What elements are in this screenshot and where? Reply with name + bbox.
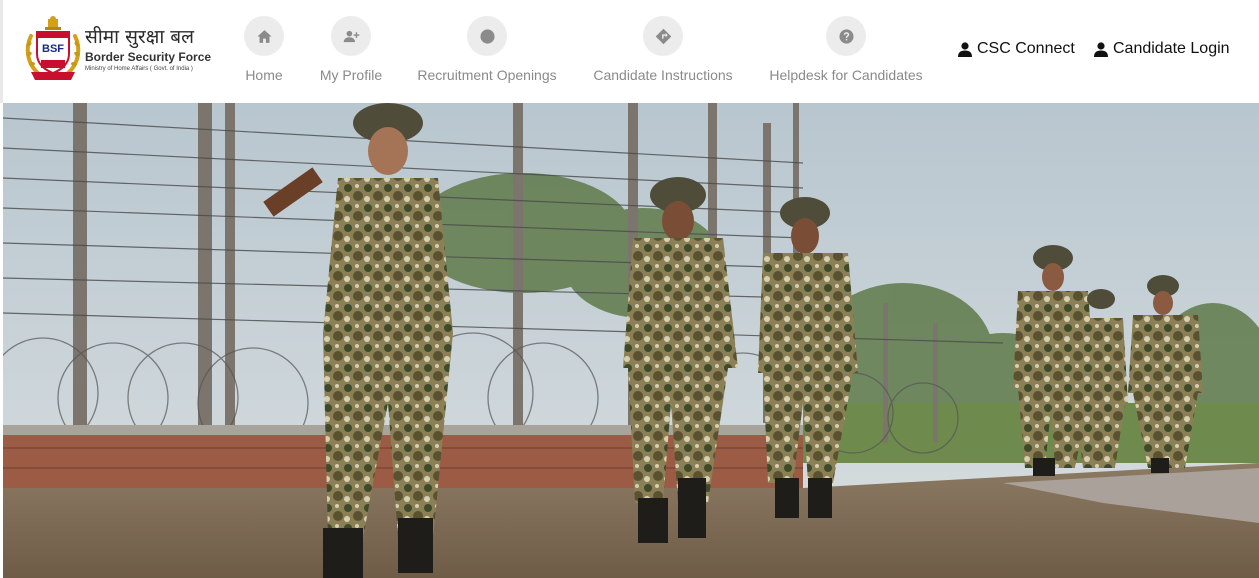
home-icon [244,16,284,56]
brand-hindi-name: सीमा सुरक्षा बल [85,26,195,48]
page: BSF सीमा सुरक्षा बल Border Security Forc… [0,0,1259,578]
csc-connect-link[interactable]: CSC Connect [958,40,1075,58]
hero-image [3,103,1259,578]
hero-banner [3,103,1259,578]
nav-recruitment-openings[interactable]: Recruitment Openings [417,16,557,86]
site-header: BSF सीमा सुरक्षा बल Border Security Forc… [0,0,1259,103]
nav-my-profile[interactable]: My Profile [316,16,386,86]
nav-my-profile-label: My Profile [319,67,383,83]
nav-candidate-instructions[interactable]: Candidate Instructions [591,16,735,86]
nav-home[interactable]: Home [241,16,287,86]
csc-connect-label: CSC Connect [977,40,1075,57]
direction-sign-icon [643,16,683,56]
user-icon [958,41,972,57]
nav-candidate-instructions-label: Candidate Instructions [593,67,733,83]
nav-helpdesk-label: Helpdesk for Candidates [769,67,923,83]
brand-text-block: सीमा सुरक्षा बल Border Security Force Mi… [85,27,211,73]
nav-home-label: Home [245,67,283,83]
bsf-logo-link[interactable]: BSF सीमा सुरक्षा बल Border Security Forc… [23,16,213,86]
bsf-emblem-icon: BSF [25,16,81,80]
nav-recruitment-openings-label: Recruitment Openings [417,67,557,83]
nav-helpdesk[interactable]: Helpdesk for Candidates [768,16,924,86]
brand-english-name: Border Security Force [85,50,212,64]
user-icon [1094,41,1108,57]
candidate-login-link[interactable]: Candidate Login [1094,40,1230,58]
user-plus-icon [331,16,371,56]
question-circle-icon [826,16,866,56]
candidate-login-label: Candidate Login [1113,40,1230,57]
brand-ministry: Ministry of Home Affairs ( Govt. of Indi… [85,66,193,72]
globe-icon [467,16,507,56]
bsf-badge-text: BSF [42,43,64,55]
